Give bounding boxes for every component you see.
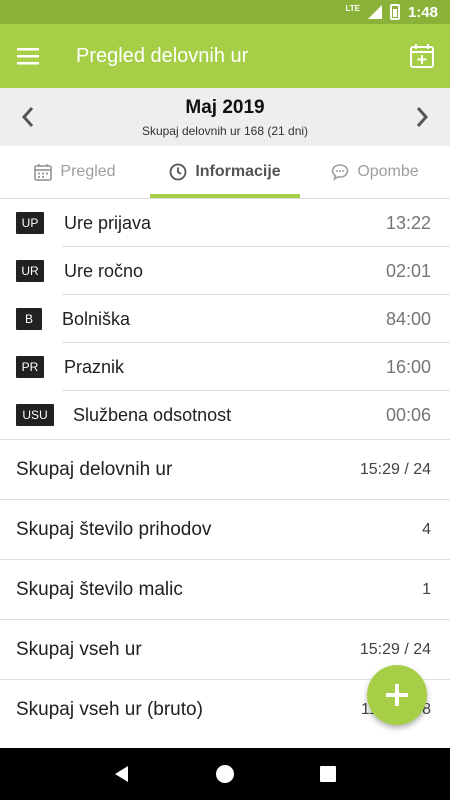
summary-label: Skupaj vseh ur [16, 638, 142, 660]
system-nav-bar [0, 748, 450, 800]
summary-row: Skupaj število malic 1 [0, 559, 450, 619]
plus-icon [386, 684, 408, 706]
summary-label: Skupaj število malic [16, 578, 183, 600]
summary-label: Skupaj vseh ur (bruto) [16, 698, 203, 720]
chevron-left-icon [21, 107, 34, 127]
signal-icon [367, 5, 382, 19]
item-value: 13:22 [385, 212, 431, 233]
battery-icon [389, 4, 400, 20]
clock-icon [169, 163, 187, 181]
summary-value: 15:29 / 24 [359, 460, 431, 478]
tab-pregled[interactable]: Pregled [0, 146, 150, 198]
back-button[interactable] [102, 754, 142, 794]
info-list: UP Ure prijava 13:22 UR Ure ročno 02:01 … [0, 199, 450, 739]
summary-value: 1 [422, 580, 431, 598]
calendar-add-icon[interactable] [394, 24, 450, 88]
add-entry-button[interactable] [367, 665, 427, 725]
item-label: Ure ročno [64, 260, 144, 281]
home-button[interactable] [205, 754, 245, 794]
home-circle-icon [215, 765, 234, 783]
code-badge: UR [16, 260, 44, 282]
item-label: Ure prijava [64, 212, 152, 233]
menu-icon[interactable] [0, 24, 56, 88]
list-item[interactable]: UP Ure prijava 13:22 [0, 199, 450, 247]
summary-value: 15:29 / 24 [359, 640, 431, 658]
back-triangle-icon [114, 766, 128, 782]
summary-value: 4 [422, 520, 431, 538]
item-value: 84:00 [385, 308, 431, 329]
recents-square-icon [320, 766, 337, 782]
network-type: LTE [345, 3, 360, 13]
item-label: Bolniška [62, 308, 131, 329]
list-item[interactable]: UR Ure ročno 02:01 [0, 247, 450, 295]
code-badge: USU [16, 404, 54, 426]
app-bar: Pregled delovnih ur [0, 24, 450, 88]
summary-row: Skupaj število prihodov 4 [0, 499, 450, 559]
tab-label: Opombe [357, 163, 419, 180]
code-badge: UP [16, 212, 44, 234]
summary-row: Skupaj delovnih ur 15:29 / 24 [0, 439, 450, 499]
list-item[interactable]: USU Službena odsotnost 00:06 [0, 391, 450, 439]
comment-icon [332, 164, 349, 181]
item-value: 00:06 [385, 404, 431, 425]
tab-bar: Pregled Informacije Opombe [0, 146, 450, 198]
month-subtitle: Skupaj delovnih ur 168 (21 dni) [141, 123, 309, 138]
summary-label: Skupaj delovnih ur [16, 458, 173, 480]
item-label: Službena odsotnost [73, 404, 232, 425]
item-label: Praznik [64, 356, 125, 377]
previous-month-button[interactable] [0, 88, 56, 146]
tab-label: Pregled [60, 163, 116, 180]
tab-opombe[interactable]: Opombe [300, 146, 450, 198]
next-month-button[interactable] [394, 88, 450, 146]
calendar-icon [34, 164, 53, 181]
chevron-right-icon [416, 107, 429, 127]
month-navigator: Maj 2019 Skupaj delovnih ur 168 (21 dni) [0, 88, 450, 146]
clock-time: 1:48 [407, 3, 438, 21]
code-badge: PR [16, 356, 44, 378]
item-value: 02:01 [385, 260, 431, 281]
month-title: Maj 2019 [185, 96, 265, 118]
code-badge: B [16, 308, 42, 330]
item-value: 16:00 [385, 356, 431, 377]
recents-button[interactable] [308, 754, 348, 794]
tab-label: Informacije [195, 163, 281, 180]
summary-label: Skupaj število prihodov [16, 518, 212, 540]
page-title: Pregled delovnih ur [76, 44, 249, 67]
tab-informacije[interactable]: Informacije [150, 146, 300, 198]
status-bar: LTE 1:48 [0, 0, 450, 24]
list-item[interactable]: PR Praznik 16:00 [0, 343, 450, 391]
list-item[interactable]: B Bolniška 84:00 [0, 295, 450, 343]
